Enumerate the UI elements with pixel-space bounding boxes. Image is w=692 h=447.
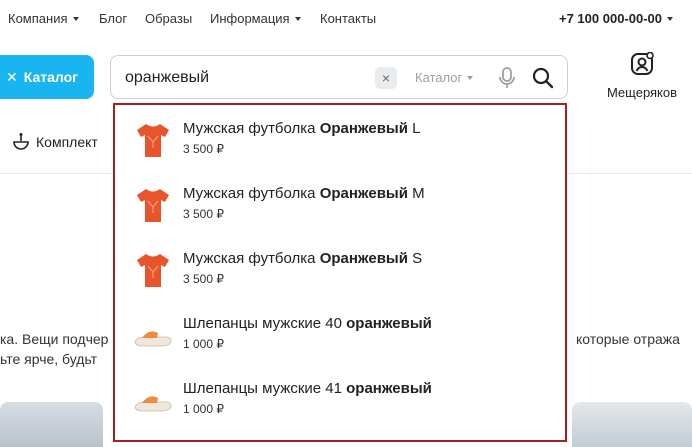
nav-komplekt[interactable]: Комплект [12,132,98,150]
top-navigation: Компания Блог Образы Информация Контакты… [0,0,692,38]
chevron-down-icon [294,16,301,21]
background-text: ьте ярче, будьт [0,351,98,367]
slipper-icon [134,396,172,412]
suggestion-price: 1 000 ₽ [183,337,224,351]
nav-info[interactable]: Информация [210,11,301,26]
chevron-down-icon [667,16,674,21]
background-text: ка. Вещи подчер [0,331,109,347]
chevron-down-icon [72,16,79,21]
suggestion-item[interactable]: Шлепанцы мужские 41 оранжевый 1 000 ₽ [133,370,553,430]
nav-contacts[interactable]: Контакты [320,11,376,26]
suggestion-title: Шлепанцы мужские 40 оранжевый [183,315,432,332]
search-icon[interactable] [531,66,555,90]
tshirt-icon [137,189,169,222]
nav-company[interactable]: Компания [8,11,79,26]
suggestion-title: Мужская футболка Оранжевый S [183,250,423,267]
suggestion-item[interactable]: Мужская футболка Оранжевый S 3 500 ₽ [133,240,553,300]
phone-link[interactable]: +7 100 000-00-00 [559,11,674,26]
user-account[interactable]: Мещеряков [600,52,684,100]
chevron-down-icon [467,75,474,80]
close-icon: ✕ [6,68,18,85]
nav-looks[interactable]: Образы [145,11,192,26]
suggestion-price: 3 500 ₽ [183,272,224,286]
nav-blog[interactable]: Блог [99,11,127,26]
banner-image [0,402,103,447]
search-bar[interactable]: оранжевый × Каталог [110,55,568,99]
clear-search-button[interactable]: × [375,67,397,89]
suggestion-price: 1 000 ₽ [183,402,224,416]
bowl-icon [13,133,29,150]
user-icon [631,52,654,75]
catalog-button[interactable]: ✕ Каталог [0,55,94,99]
microphone-icon[interactable] [498,66,516,90]
search-scope-select[interactable]: Каталог [415,70,474,85]
suggestion-price: 3 500 ₽ [183,142,224,156]
tshirt-icon [137,124,169,157]
slipper-icon [134,331,172,347]
suggestion-item[interactable]: Мужская футболка Оранжевый L 3 500 ₽ [133,110,553,170]
tshirt-icon [137,254,169,287]
suggestion-title: Шлепанцы мужские 41 оранжевый [183,380,432,397]
suggestion-title: Мужская футболка Оранжевый M [183,185,425,202]
suggestion-item[interactable]: Мужская футболка Оранжевый M 3 500 ₽ [133,175,553,235]
search-suggestions: Мужская футболка Оранжевый L 3 500 ₽ Муж… [113,103,567,442]
suggestion-item[interactable]: Шлепанцы мужские 40 оранжевый 1 000 ₽ [133,305,553,365]
banner-image [572,402,692,447]
suggestion-title: Мужская футболка Оранжевый L [183,120,421,137]
suggestion-price: 3 500 ₽ [183,207,224,221]
search-input[interactable]: оранжевый [125,69,209,87]
user-name: Мещеряков [606,85,678,100]
background-text: которые отража [576,331,680,347]
